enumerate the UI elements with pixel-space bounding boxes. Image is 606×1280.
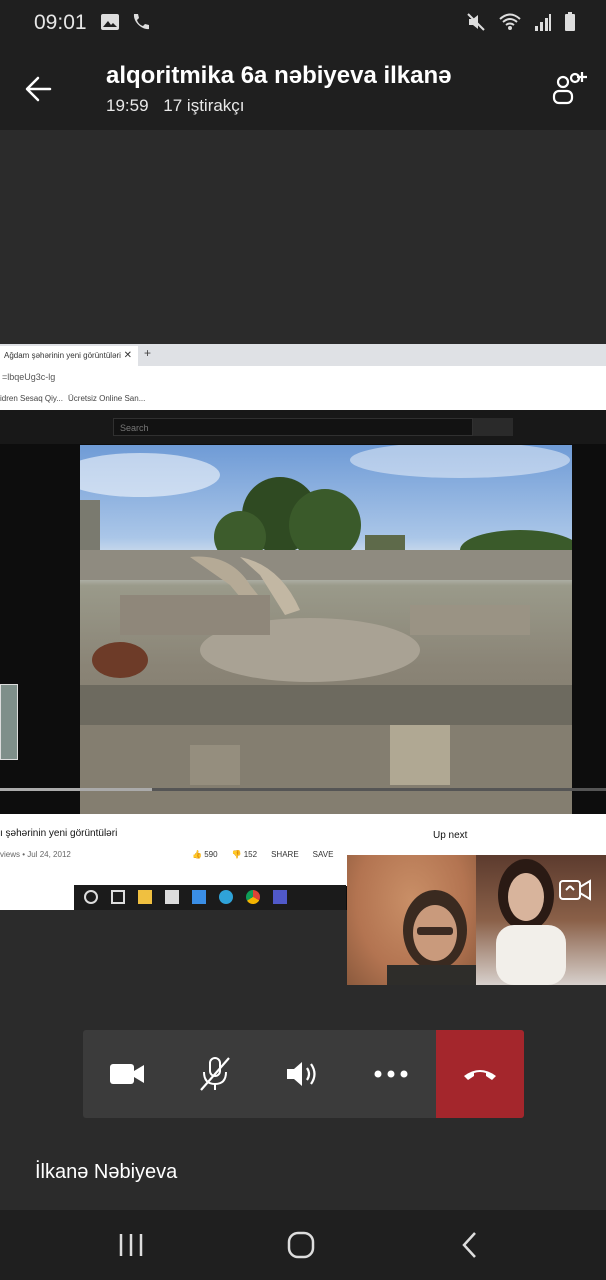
participant-video-1[interactable]: [347, 855, 476, 985]
video-frame[interactable]: [80, 445, 572, 815]
browser-tab-bar: Ağdam şəhərinin yeni görüntüləri ✕ +: [0, 344, 606, 366]
chrome-icon[interactable]: [246, 890, 260, 904]
speaker-button[interactable]: [259, 1030, 347, 1118]
meeting-title: alqoritmika 6a nəbiyeva ilkanə: [106, 62, 452, 89]
status-bar: 09:01: [0, 0, 606, 46]
edge-icon[interactable]: [219, 890, 233, 904]
call-header: alqoritmika 6a nəbiyeva ilkanə 19:59 17 …: [0, 46, 606, 130]
call-controls: [83, 1030, 524, 1118]
task-view-icon[interactable]: [111, 890, 125, 904]
gallery-icon: [101, 14, 119, 30]
speaker-icon: [287, 1062, 316, 1086]
bookmarks-bar: idren Sesaq Qiy... Ücretsiz Online San..…: [0, 388, 606, 411]
phone-call-icon: [133, 14, 149, 30]
hang-up-icon: [464, 1070, 496, 1080]
mute-icon: [467, 13, 485, 31]
youtube-header: Search: [0, 410, 606, 444]
browser-tab-title: Ağdam şəhərinin yeni görüntüləri: [4, 351, 121, 360]
microphone-button[interactable]: [171, 1030, 259, 1118]
bookmark-item[interactable]: idren Sesaq Qiy...: [0, 394, 63, 403]
video-meta: views • Jul 24, 2012: [0, 850, 71, 859]
android-nav-bar: [0, 1210, 606, 1280]
recent-apps-icon[interactable]: [116, 1230, 146, 1260]
video-progress-bar[interactable]: [0, 788, 606, 791]
tab-close-icon[interactable]: ✕: [124, 346, 132, 366]
wifi-icon: [499, 13, 521, 30]
taskbar-search-area[interactable]: [0, 885, 74, 910]
cortana-icon[interactable]: [84, 890, 98, 904]
bookmark-item[interactable]: Ücretsiz Online San...: [68, 388, 145, 410]
call-duration: 19:59: [106, 96, 149, 115]
windows-taskbar: [0, 885, 346, 910]
share-button[interactable]: SHARE: [271, 850, 299, 859]
new-tab-icon[interactable]: +: [144, 346, 151, 360]
shared-screen: Ağdam şəhərinin yeni görüntüləri ✕ + =lbq…: [0, 344, 606, 910]
camera-button[interactable]: [83, 1030, 171, 1118]
video-actions: 👍 590 👎 152 SHARE SAVE: [192, 850, 333, 859]
status-time: 09:01: [34, 11, 87, 34]
hang-up-button[interactable]: [436, 1030, 524, 1118]
youtube-search-button[interactable]: [473, 418, 513, 436]
more-options-button[interactable]: [347, 1030, 435, 1118]
participant-count[interactable]: 17 iştirakçı: [163, 96, 244, 115]
participant-video-2[interactable]: [476, 855, 606, 985]
switch-camera-icon[interactable]: [558, 875, 592, 905]
back-arrow-icon[interactable]: [20, 68, 62, 110]
like-button[interactable]: 👍 590: [192, 850, 218, 859]
youtube-search-input[interactable]: Search: [113, 418, 473, 436]
teams-icon[interactable]: [273, 890, 287, 904]
video-camera-icon: [110, 1064, 144, 1084]
ruins-image: [80, 445, 572, 815]
participant-1-image: [387, 890, 476, 985]
meeting-subtitle: 19:59 17 iştirakçı: [106, 96, 255, 116]
signal-icon: [535, 14, 551, 31]
browser-tab[interactable]: Ağdam şəhərinin yeni görüntüləri ✕: [0, 346, 138, 366]
battery-icon: [565, 12, 575, 31]
back-icon[interactable]: [456, 1230, 486, 1260]
mail-icon[interactable]: [192, 890, 206, 904]
dislike-button[interactable]: 👎 152: [232, 850, 258, 859]
add-participants-icon[interactable]: [550, 68, 590, 108]
save-button[interactable]: SAVE: [313, 850, 334, 859]
mic-off-icon: [200, 1057, 230, 1091]
side-thumbnail[interactable]: [0, 684, 18, 760]
like-count: 590: [204, 850, 218, 859]
more-dots-icon: [374, 1070, 408, 1078]
file-explorer-icon[interactable]: [138, 890, 152, 904]
store-icon[interactable]: [165, 890, 179, 904]
video-progress-fill: [0, 788, 152, 791]
browser-url-bar[interactable]: =lbqeUg3c-lg: [0, 366, 606, 388]
home-icon[interactable]: [286, 1230, 316, 1260]
dislike-count: 152: [243, 850, 258, 859]
user-name: İlkanə Nəbiyeva: [35, 1161, 178, 1183]
video-title: ı şəhərinin yeni görüntüləri: [0, 828, 118, 839]
up-next-label: Up next: [433, 830, 468, 841]
